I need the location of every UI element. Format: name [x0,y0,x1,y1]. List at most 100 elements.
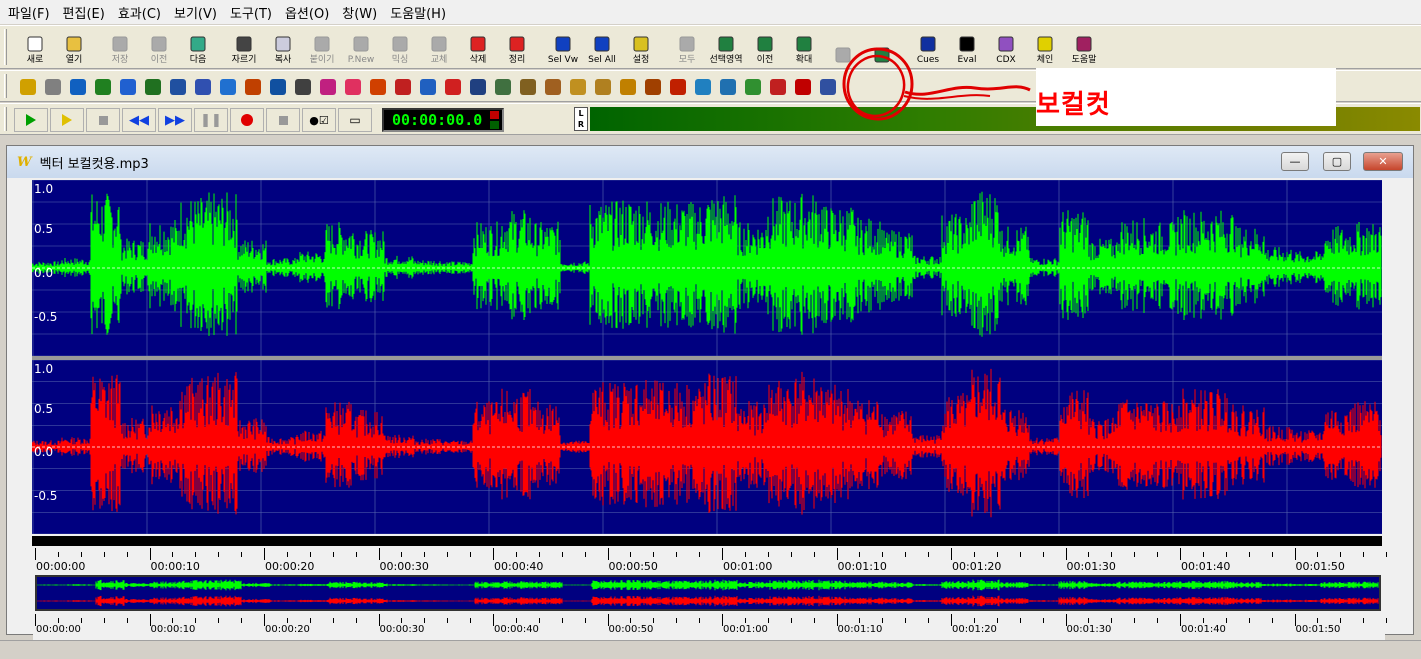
effect-button-5[interactable] [141,75,165,99]
left-channel-waveform[interactable]: 1.0 0.5 0.0 -0.5 [32,180,1382,356]
effect-button-19[interactable] [491,75,515,99]
overview-waveform[interactable] [35,575,1381,611]
toolbar-grip[interactable] [4,74,7,98]
document-title: 벡터 보컬컷용.mp3 [39,156,149,172]
play-button[interactable] [14,108,48,132]
effect-button-31[interactable] [791,75,815,99]
toolbar-grip[interactable] [4,107,7,131]
toolbar-button-2[interactable]: 저장 [101,27,139,67]
selection-bar[interactable] [32,536,1382,546]
window-toggle-button[interactable]: ▭ [338,108,372,132]
toolbar-button-14[interactable]: Sel All [583,27,621,67]
right-channel-waveform[interactable]: 1.0 0.5 0.0 -0.5 [32,360,1382,534]
maximize-button[interactable]: ▢ [1323,152,1351,171]
select-view-icon [553,35,573,53]
zoom-previous-icon [755,35,775,53]
effect-button-29[interactable] [741,75,765,99]
effect-button-26[interactable] [666,75,690,99]
pause-button[interactable]: ❚❚ [194,108,228,132]
time-ruler[interactable]: 00:00:00 00:00:10 00:00:20 00:00:30 00:00:40… [33,546,1388,574]
effect-button-12[interactable] [316,75,340,99]
document-titlebar[interactable]: W 벡터 보컬컷용.mp3 — ▢ ✕ [7,146,1413,178]
toolbar-button-22[interactable]: Cues [909,27,947,67]
effect-button-25[interactable] [641,75,665,99]
effect-button-2[interactable] [66,75,90,99]
toolbar-button-17[interactable]: 선택영역 [707,27,745,67]
play-looped-button[interactable] [50,108,84,132]
effect-button-11[interactable] [291,75,315,99]
time-display: 00:00:00.0 [382,108,504,132]
fast-forward-button[interactable]: ▶▶ [158,108,192,132]
toolbar-grip[interactable] [4,29,7,65]
menu-item[interactable]: 도움말(H) [386,3,455,22]
close-button[interactable]: ✕ [1363,152,1403,171]
toolbar-button-24[interactable]: CDX [987,27,1025,67]
effect-button-32[interactable] [816,75,840,99]
effect-button-23[interactable] [591,75,615,99]
toolbar-button-25[interactable]: 체인 [1026,27,1064,67]
toolbar-button-12[interactable]: 정리 [498,27,536,67]
toolbar-button-0[interactable]: 새로 [16,27,54,67]
effect-button-1[interactable] [41,75,65,99]
menu-item[interactable]: 도구(T) [226,3,281,22]
menu-item[interactable]: 파일(F) [4,3,59,22]
effect-button-8[interactable] [216,75,240,99]
effect-button-22[interactable] [566,75,590,99]
toolbar-button-1[interactable]: 열기 [55,27,93,67]
effect-button-18[interactable] [466,75,490,99]
toolbar-button-5[interactable]: 자르기 [225,27,263,67]
ruler-minor-tick [653,552,655,557]
toolbar-button-8[interactable]: P.New [342,27,380,67]
effect-button-30[interactable] [766,75,790,99]
toolbar-button-16[interactable]: 모두 [668,27,706,67]
toolbar-button-23[interactable]: Eval [948,27,986,67]
menu-item[interactable]: 효과(C) [114,3,170,22]
effect-button-21[interactable] [541,75,565,99]
effect-button-16[interactable] [416,75,440,99]
stop-record-button[interactable] [266,108,300,132]
stop-button[interactable] [86,108,120,132]
rewind-button[interactable]: ◀◀ [122,108,156,132]
effect-button-9[interactable] [241,75,265,99]
toolbar-button-11[interactable]: 삭제 [459,27,497,67]
effect-button-4[interactable] [116,75,140,99]
toolbar-button-9[interactable]: 믹싱 [381,27,419,67]
effect-button-20[interactable] [516,75,540,99]
record-mode-toggle[interactable]: ●☑ [302,108,336,132]
toolbar-button-3[interactable]: 이전 [140,27,178,67]
ruler-minor-tick [859,618,861,623]
effect-button-27[interactable] [691,75,715,99]
menu-item[interactable]: 창(W) [338,3,386,22]
menu-item[interactable]: 보기(V) [170,3,226,22]
effect-button-24[interactable] [616,75,640,99]
toolbar-button-6[interactable]: 복사 [264,27,302,67]
toolbar-button-15[interactable]: 설정 [622,27,660,67]
effect-button-0[interactable] [16,75,40,99]
effect-button-28[interactable] [716,75,740,99]
menu-item[interactable]: 편집(E) [59,3,114,22]
toolbar-button-label: 이전 [756,55,774,65]
ruler-tick [607,548,609,560]
toolbar-button-20[interactable] [824,27,862,67]
toolbar-button-4[interactable]: 다음 [179,27,217,67]
minimize-button[interactable]: — [1281,152,1309,171]
effect-button-6[interactable] [166,75,190,99]
ruler-minor-tick [195,618,197,623]
record-button[interactable] [230,108,264,132]
toolbar-button-21[interactable] [863,27,901,67]
effect-button-14[interactable] [366,75,390,99]
effect-button-7[interactable] [191,75,215,99]
toolbar-button-19[interactable]: 확대 [785,27,823,67]
effect-button-17[interactable] [441,75,465,99]
toolbar-button-13[interactable]: Sel Vw [544,27,582,67]
lr-channel-label: LR [574,107,588,131]
toolbar-button-10[interactable]: 교체 [420,27,458,67]
toolbar-button-7[interactable]: 붙이기 [303,27,341,67]
toolbar-button-26[interactable]: 도움말 [1065,27,1103,67]
menu-item[interactable]: 옵션(O) [281,3,338,22]
toolbar-button-18[interactable]: 이전 [746,27,784,67]
effect-button-10[interactable] [266,75,290,99]
effect-button-3[interactable] [91,75,115,99]
effect-button-15[interactable] [391,75,415,99]
effect-button-13[interactable] [341,75,365,99]
